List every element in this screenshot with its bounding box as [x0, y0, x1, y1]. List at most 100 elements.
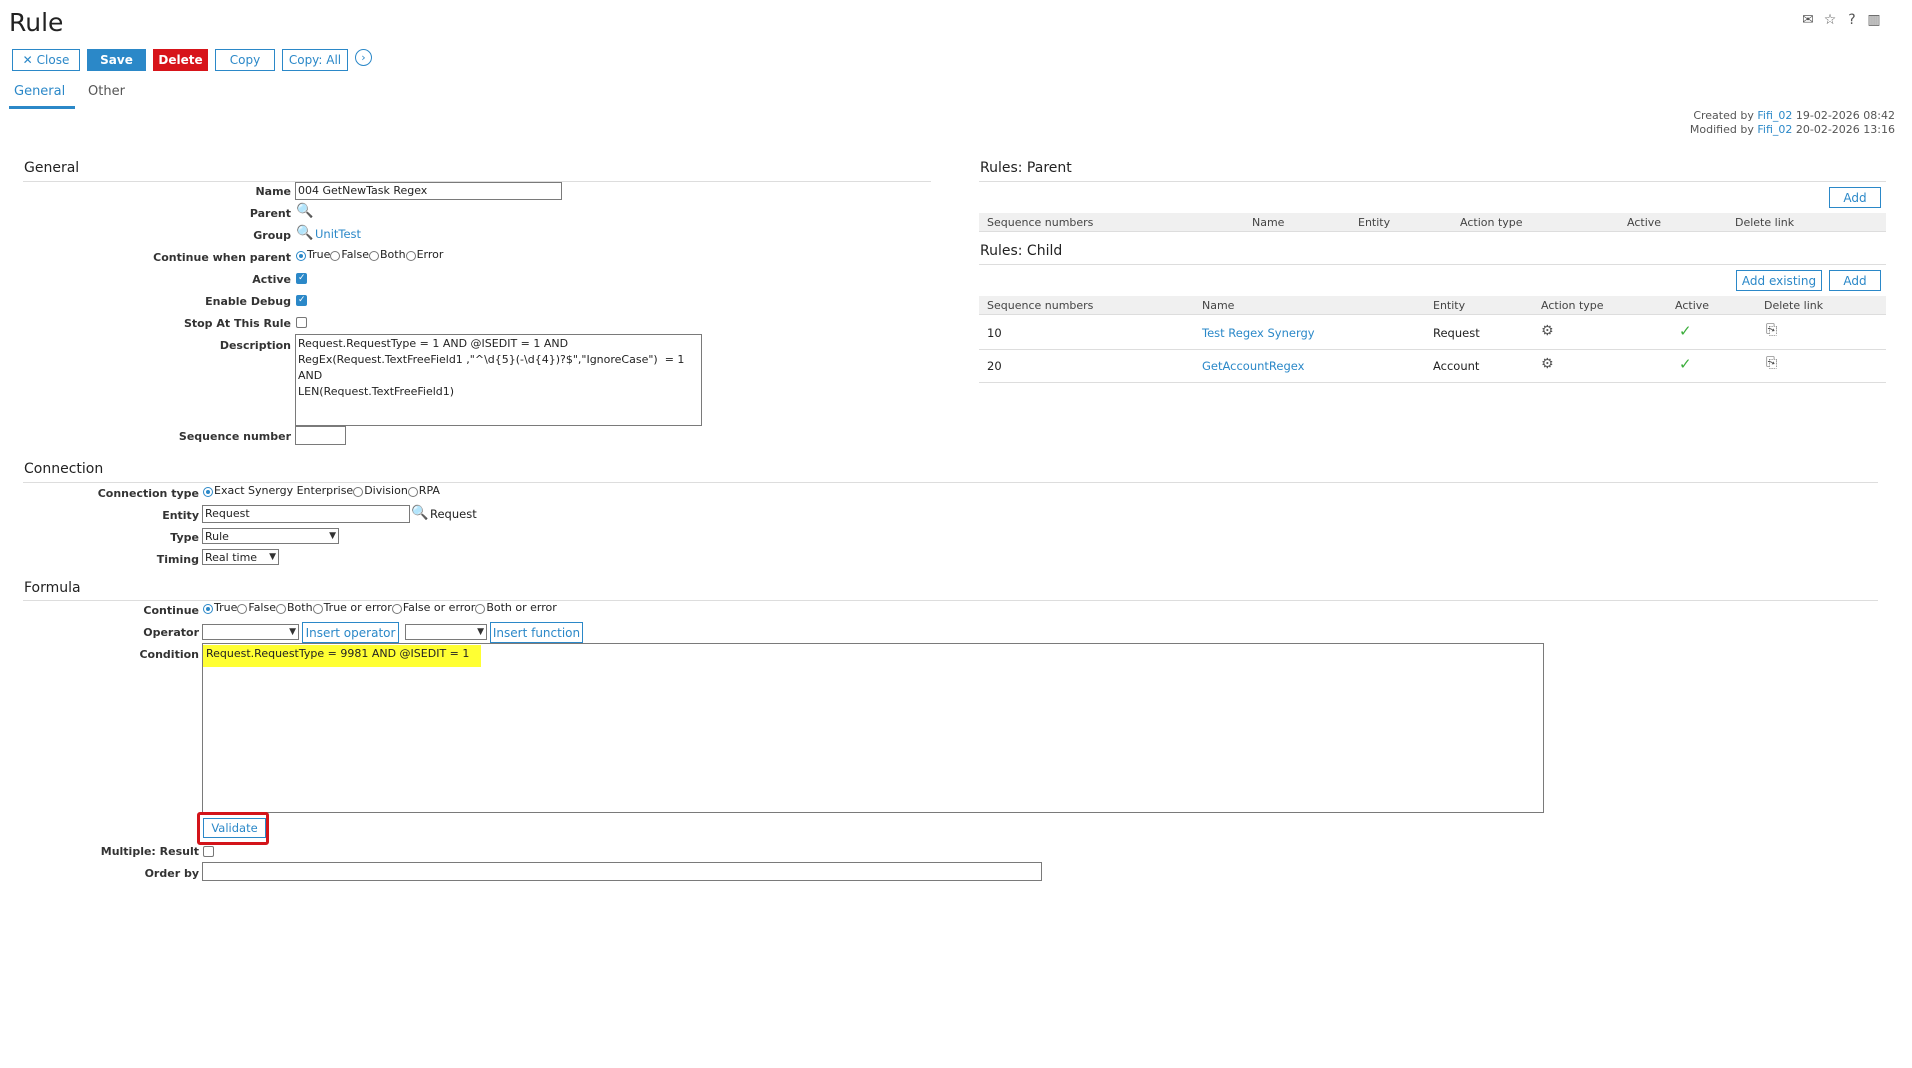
tab-underline: [9, 106, 75, 109]
rules-parent-heading: Rules: Parent: [980, 160, 1072, 176]
radio-rpa[interactable]: [407, 487, 418, 497]
radio-both[interactable]: [276, 604, 286, 614]
entity-input[interactable]: Request: [202, 505, 410, 523]
save-button[interactable]: Save: [87, 49, 146, 71]
chevron-down-icon: ▼: [289, 627, 296, 637]
condition-text: Request.RequestType = 9981 AND @ISEDIT =…: [203, 645, 482, 667]
chevron-right-icon[interactable]: ›: [355, 49, 372, 66]
multiple-result-checkbox[interactable]: [203, 846, 214, 857]
copy-button[interactable]: Copy: [215, 49, 275, 71]
insert-function-button[interactable]: Insert function: [490, 622, 583, 643]
formula-heading: Formula: [24, 580, 81, 596]
delete-link-icon[interactable]: ⎘: [1766, 322, 1777, 338]
chevron-down-icon: ▼: [269, 552, 276, 562]
group-link[interactable]: UnitTest: [315, 227, 361, 241]
radio-false[interactable]: [237, 604, 248, 614]
timing-select[interactable]: Real time ▼: [202, 549, 279, 565]
timing-label: Timing: [156, 553, 199, 566]
child-table-header: Sequence numbers Name Entity Action type…: [979, 296, 1886, 315]
parent-lookup-icon[interactable]: 🔍: [296, 203, 313, 219]
page-title: Rule: [9, 8, 64, 37]
tab-other[interactable]: Other: [88, 84, 125, 99]
child-add-existing-button[interactable]: Add existing: [1736, 270, 1822, 291]
radio-both-or-error[interactable]: [475, 604, 486, 614]
created-user-link[interactable]: Fifi_02: [1757, 109, 1792, 122]
parent-label: Parent: [249, 207, 291, 220]
close-button[interactable]: ✕ Close: [12, 49, 80, 71]
parent-table-header: Sequence numbers Name Entity Action type…: [979, 213, 1886, 232]
operator-select[interactable]: ▼: [202, 624, 299, 640]
name-input[interactable]: 004 GetNewTask Regex: [295, 182, 562, 200]
close-icon: ✕: [22, 53, 33, 67]
copy-all-button[interactable]: Copy: All: [282, 49, 348, 71]
name-label: Name: [255, 185, 291, 198]
condition-textarea[interactable]: [202, 643, 1544, 813]
delete-link-icon[interactable]: ⎘: [1766, 355, 1777, 371]
radio-false-or-error[interactable]: [391, 604, 402, 614]
entity-display: Request: [430, 507, 477, 521]
continue-radios: True False Both True or error False or error…: [203, 601, 557, 614]
active-checkbox[interactable]: [296, 273, 307, 284]
star-icon[interactable]: ☆: [1822, 12, 1838, 28]
radio-true-or-error[interactable]: [312, 604, 323, 614]
debug-checkbox[interactable]: [296, 295, 307, 306]
type-select[interactable]: Rule ▼: [202, 528, 339, 544]
modified-user-link[interactable]: Fifi_02: [1757, 123, 1792, 136]
check-icon: ✓: [1679, 322, 1692, 340]
radio-both[interactable]: [369, 251, 379, 261]
stop-checkbox[interactable]: [296, 317, 307, 328]
envelope-icon[interactable]: ✉: [1800, 12, 1816, 28]
table-row: 10 Test Regex Synergy Request ⚙ ✓ ⎘: [979, 317, 1886, 350]
orderby-input[interactable]: [202, 862, 1042, 881]
child-rule-link[interactable]: Test Regex Synergy: [1202, 326, 1315, 340]
delete-button[interactable]: Delete: [153, 49, 208, 71]
connection-heading: Connection: [24, 461, 104, 477]
check-icon: ✓: [1679, 355, 1692, 373]
continue-parent-label: Continue when parent: [153, 251, 291, 264]
child-rule-link[interactable]: GetAccountRegex: [1202, 359, 1304, 373]
chevron-down-icon: ▼: [477, 627, 484, 637]
help-icon[interactable]: ?: [1844, 12, 1860, 28]
rules-child-heading: Rules: Child: [980, 243, 1063, 259]
entity-lookup-icon[interactable]: 🔍: [411, 505, 428, 521]
gears-icon[interactable]: ⚙: [1541, 356, 1554, 372]
modified-info: Modified by Fifi_02 20-02-2026 13:16: [1689, 123, 1895, 136]
radio-true[interactable]: [203, 604, 213, 614]
parent-add-button[interactable]: Add: [1829, 187, 1881, 208]
book-icon[interactable]: ▥: [1866, 12, 1882, 28]
continue-label: Continue: [143, 604, 199, 617]
entity-label: Entity: [162, 509, 199, 522]
top-icons: ✉ ☆ ? ▥: [1800, 12, 1882, 28]
orderby-label: Order by: [144, 867, 199, 880]
sequence-label: Sequence number: [178, 430, 291, 443]
radio-false[interactable]: [330, 251, 341, 261]
type-label: Type: [170, 531, 199, 544]
multiple-result-label: Multiple: Result: [100, 845, 199, 858]
general-heading: General: [24, 160, 80, 176]
radio-exact[interactable]: [203, 487, 213, 497]
divider: [979, 181, 1886, 182]
description-textarea[interactable]: Request.RequestType = 1 AND @ISEDIT = 1 …: [295, 334, 702, 426]
table-row: 20 GetAccountRegex Account ⚙ ✓ ⎘: [979, 350, 1886, 383]
condition-label: Condition: [139, 648, 199, 661]
operator-label: Operator: [143, 626, 199, 639]
radio-division[interactable]: [353, 487, 364, 497]
gears-icon[interactable]: ⚙: [1541, 323, 1554, 339]
chevron-down-icon: ▼: [329, 531, 336, 541]
radio-error[interactable]: [405, 251, 416, 261]
sequence-input[interactable]: [295, 426, 346, 445]
function-select[interactable]: ▼: [405, 624, 487, 640]
highlight-outline: [197, 812, 269, 845]
child-add-button[interactable]: Add: [1829, 270, 1881, 291]
stop-label: Stop At This Rule: [183, 317, 291, 330]
tab-general[interactable]: General: [14, 84, 65, 99]
connection-type-label: Connection type: [97, 487, 199, 500]
debug-label: Enable Debug: [205, 295, 291, 308]
insert-operator-button[interactable]: Insert operator: [302, 622, 399, 643]
radio-true[interactable]: [296, 251, 306, 261]
description-label: Description: [219, 339, 291, 352]
group-lookup-icon[interactable]: 🔍: [296, 225, 313, 241]
divider: [23, 482, 1878, 483]
continue-parent-radios: True False Both Error: [296, 248, 443, 261]
connection-type-radios: Exact Synergy Enterprise Division RPA: [203, 484, 440, 497]
